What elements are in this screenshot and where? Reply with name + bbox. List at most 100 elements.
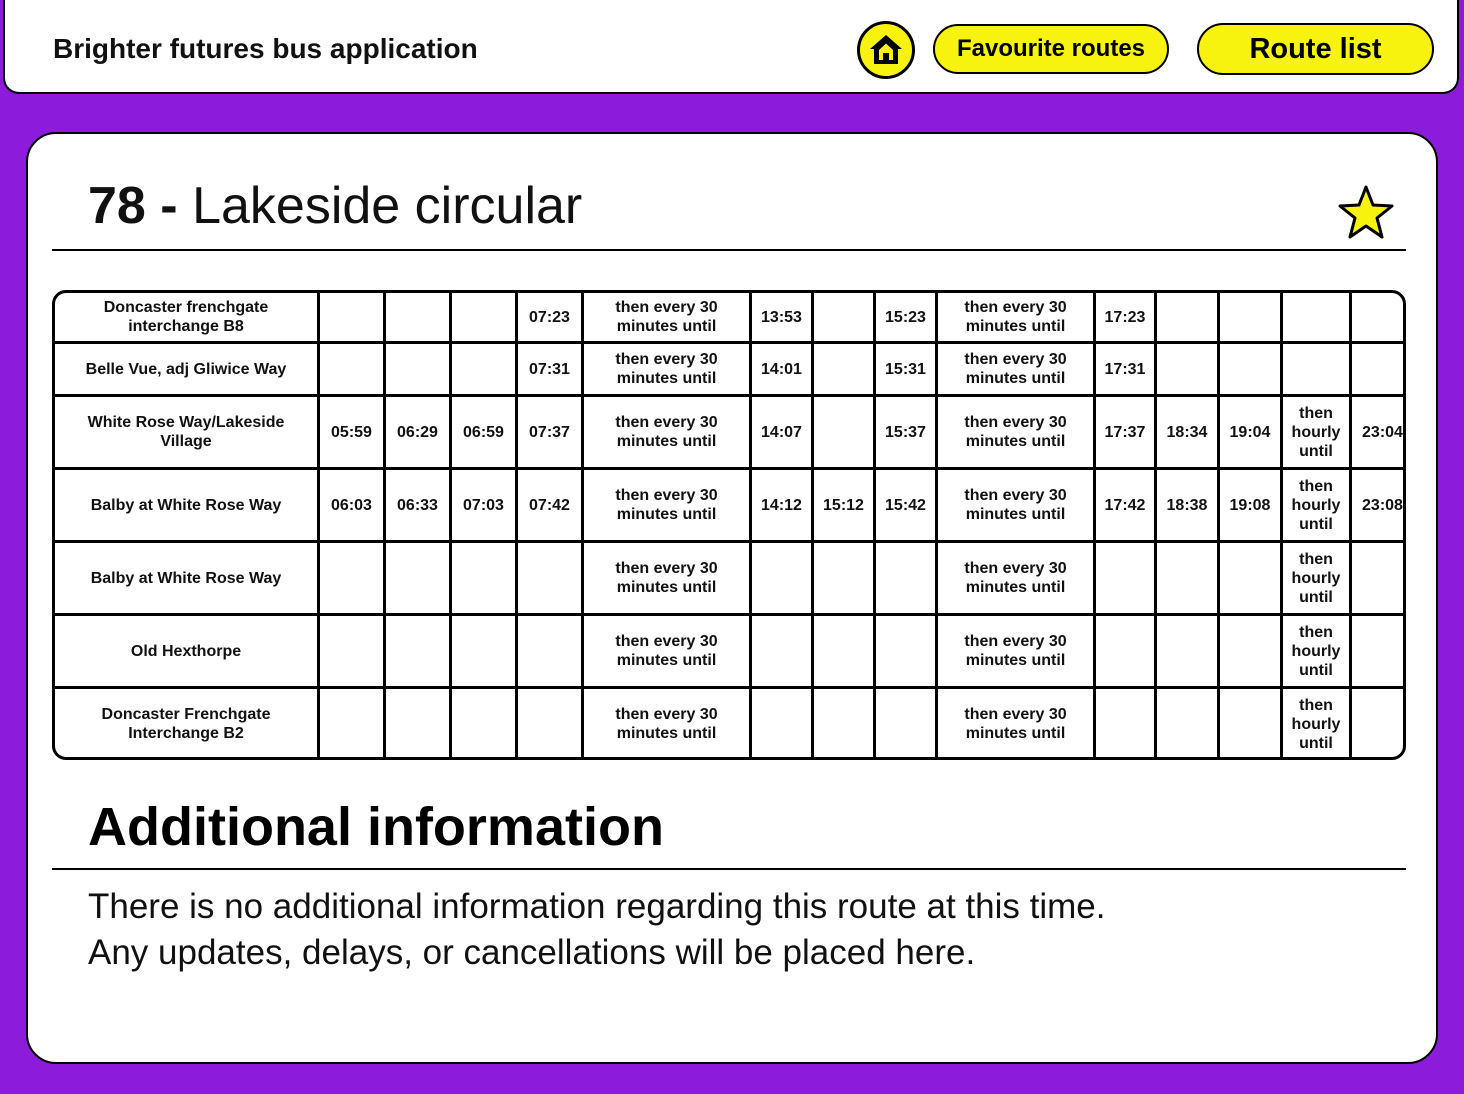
favourite-routes-button[interactable]: Favourite routes	[933, 24, 1169, 74]
time-cell	[1352, 543, 1403, 613]
time-cell: 15:42	[876, 470, 935, 540]
time-cell	[1220, 344, 1280, 394]
additional-info-heading: Additional information	[88, 797, 664, 857]
time-cell: 07:31	[518, 344, 581, 394]
time-cell: 15:23	[876, 293, 935, 341]
time-cell	[752, 689, 811, 757]
time-cell	[1220, 293, 1280, 341]
time-cell	[386, 344, 449, 394]
time-cell	[320, 543, 383, 613]
time-cell	[1096, 689, 1154, 757]
additional-info-text: There is no additional information regar…	[88, 884, 1105, 976]
time-cell	[814, 397, 873, 467]
time-cell	[1157, 293, 1217, 341]
timetable-row: White Rose Way/Lakeside Village 05:59 06:2…	[55, 397, 1403, 467]
time-cell	[452, 689, 515, 757]
time-cell	[452, 616, 515, 686]
time-cell	[386, 689, 449, 757]
time-cell: 06:29	[386, 397, 449, 467]
time-cell	[814, 689, 873, 757]
stop-name: Old Hexthorpe	[55, 616, 317, 686]
time-cell: 14:01	[752, 344, 811, 394]
time-cell	[814, 344, 873, 394]
star-icon[interactable]	[1336, 184, 1396, 242]
additional-info-line: Any updates, delays, or cancellations wi…	[88, 933, 976, 972]
time-cell: 17:31	[1096, 344, 1154, 394]
time-cell	[452, 293, 515, 341]
time-cell	[518, 543, 581, 613]
time-cell: 23:04	[1352, 397, 1403, 467]
additional-info-line: There is no additional information regar…	[88, 887, 1106, 926]
time-cell: then hourly until	[1283, 616, 1349, 686]
time-cell: 17:23	[1096, 293, 1154, 341]
stop-name: White Rose Way/Lakeside Village	[55, 397, 317, 467]
time-cell: 18:38	[1157, 470, 1217, 540]
time-cell: 14:07	[752, 397, 811, 467]
time-cell: then hourly until	[1283, 689, 1349, 757]
home-icon	[870, 35, 902, 64]
time-cell	[1096, 616, 1154, 686]
additional-divider	[52, 868, 1406, 870]
route-heading: 78 - Lakeside circular	[88, 176, 582, 236]
time-cell: 14:12	[752, 470, 811, 540]
stop-name: Doncaster frenchgate interchange B8	[55, 293, 317, 341]
time-cell	[1157, 543, 1217, 613]
time-cell: then every 30 minutes until	[938, 344, 1093, 394]
time-cell: then every 30 minutes until	[938, 470, 1093, 540]
timetable-row: Belle Vue, adj Gliwice Way 07:31 then ever…	[55, 344, 1403, 394]
app-title: Brighter futures bus application	[53, 33, 478, 64]
time-cell: 19:04	[1220, 397, 1280, 467]
heading-divider	[52, 249, 1406, 251]
time-cell	[1157, 344, 1217, 394]
time-cell	[1352, 689, 1403, 757]
time-cell: then every 30 minutes until	[584, 397, 749, 467]
route-card: 78 - Lakeside circular Doncaster frenchg…	[26, 132, 1438, 1064]
time-cell	[1157, 689, 1217, 757]
time-cell	[752, 616, 811, 686]
time-cell: 07:23	[518, 293, 581, 341]
timetable-row: Doncaster Frenchgate Interchange B2 then …	[55, 689, 1403, 757]
time-cell: 07:37	[518, 397, 581, 467]
time-cell: then every 30 minutes until	[584, 543, 749, 613]
time-cell: then every 30 minutes until	[584, 689, 749, 757]
time-cell	[1283, 293, 1349, 341]
timetable: Doncaster frenchgate interchange B8 07:23…	[52, 290, 1406, 760]
time-cell	[452, 344, 515, 394]
timetable-row: Balby at White Rose Way 06:03 06:33 07:03 07…	[55, 470, 1403, 540]
time-cell	[518, 616, 581, 686]
time-cell	[876, 689, 935, 757]
time-cell: 05:59	[320, 397, 383, 467]
time-cell: then every 30 minutes until	[938, 543, 1093, 613]
time-cell: 13:53	[752, 293, 811, 341]
time-cell: then every 30 minutes until	[584, 616, 749, 686]
time-cell: then every 30 minutes until	[584, 470, 749, 540]
time-cell: 19:08	[1220, 470, 1280, 540]
top-bar: Brighter futures bus application Favouri…	[3, 0, 1459, 94]
time-cell	[386, 543, 449, 613]
time-cell	[386, 616, 449, 686]
time-cell: then hourly until	[1283, 397, 1349, 467]
time-cell	[1157, 616, 1217, 686]
time-cell: 23:08	[1352, 470, 1403, 540]
time-cell	[1352, 616, 1403, 686]
time-cell: then every 30 minutes until	[938, 689, 1093, 757]
time-cell	[752, 543, 811, 613]
time-cell: 17:42	[1096, 470, 1154, 540]
time-cell	[1352, 344, 1403, 394]
timetable-table: Doncaster frenchgate interchange B8 07:23…	[55, 293, 1403, 757]
home-button[interactable]	[857, 21, 915, 79]
time-cell	[320, 344, 383, 394]
time-cell	[518, 689, 581, 757]
timetable-row: Old Hexthorpe then every 30 minutes until…	[55, 616, 1403, 686]
time-cell	[1096, 543, 1154, 613]
time-cell	[320, 689, 383, 757]
time-cell	[1220, 616, 1280, 686]
time-cell: 06:59	[452, 397, 515, 467]
time-cell	[320, 616, 383, 686]
time-cell	[814, 293, 873, 341]
route-name: Lakeside circular	[192, 177, 583, 235]
route-list-button[interactable]: Route list	[1197, 23, 1434, 75]
timetable-row: Doncaster frenchgate interchange B8 07:23…	[55, 293, 1403, 341]
time-cell: 06:03	[320, 470, 383, 540]
time-cell	[452, 543, 515, 613]
